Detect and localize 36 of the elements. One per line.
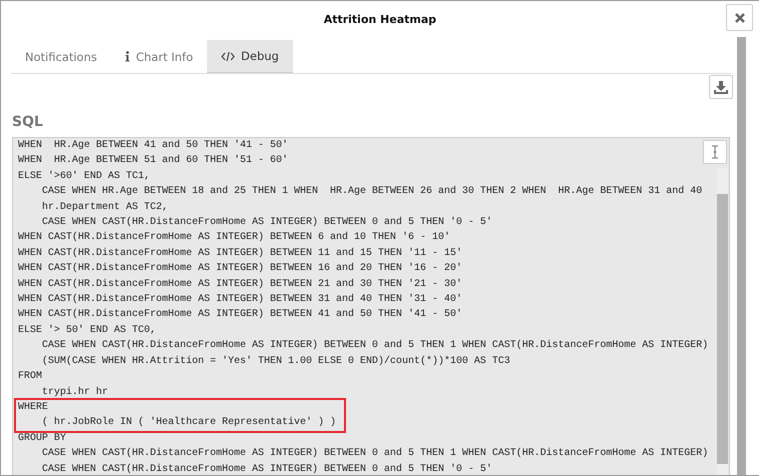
code-line: ELSE '> 50' END AS TC0, [18, 324, 156, 338]
window-title: Attrition Heatmap [322, 12, 438, 28]
text-cursor-button[interactable] [703, 140, 727, 164]
code-line: (SUM(CASE WHEN HR.Attrition = 'Yes' THEN 1.00 ELSE 0 END)/count(*))*100 AS TC3 [41, 354, 510, 369]
info-icon [124, 51, 130, 62]
code-line: ( hr.JobRole IN ( 'Healthcare Representative' ) ) [41, 416, 336, 430]
code-line: WHEN CAST(HR.DistanceFromHome AS INTEGER) BETWEEN 21 and 30 THEN '21 - 30' [18, 278, 462, 292]
close-button[interactable] [726, 4, 753, 31]
code-icon [221, 50, 236, 62]
code-line: trypi.hr hr [41, 386, 108, 400]
code-line: WHEN HR.Age BETWEEN 41 and 50 THEN '41 - 50' [18, 138, 288, 153]
download-button[interactable] [709, 75, 733, 99]
close-icon [734, 12, 746, 24]
code-line: CASE WHEN HR.Age BETWEEN 18 and 25 THEN 1 WHEN HR.Age BETWEEN 26 and 30 THEN 2 WHEN HR.Age BETWEEN 31 and 40 [41, 184, 702, 200]
code-line: WHEN CAST(HR.DistanceFromHome AS INTEGER) BETWEEN 6 and 10 THEN '6 - 10' [18, 230, 450, 246]
code-line: WHEN HR.Age BETWEEN 51 and 60 THEN '51 - 60' [18, 154, 288, 168]
code-line: CASE WHEN CAST(HR.DistanceFromHome AS INTEGER) BETWEEN 0 and 5 THEN '0 - 5' [41, 462, 492, 475]
code-line: WHERE [18, 400, 48, 415]
code-line: CASE WHEN CAST(HR.DistanceFromHome AS INTEGER) BETWEEN 0 and 5 THEN 1 WHEN CAST(HR.DistanceFromHome AS INTEGER) [41, 446, 708, 462]
scrollbar[interactable] [737, 37, 746, 475]
code-line: GROUP BY [18, 432, 66, 446]
code-line: CASE WHEN CAST(HR.DistanceFromHome AS INTEGER) BETWEEN 0 and 5 THEN 1 WHEN CAST(HR.DistanceFromHome AS INTEGER) [41, 338, 708, 354]
text-cursor-icon [711, 145, 719, 159]
code-line: ELSE '>60' END AS TC1, [18, 170, 150, 184]
code-line: WHEN CAST(HR.DistanceFromHome AS INTEGER) BETWEEN 11 and 15 THEN '11 - 15' [18, 246, 462, 261]
download-icon [714, 80, 728, 94]
code-line: WHEN CAST(HR.DistanceFromHome AS INTEGER) BETWEEN 16 and 20 THEN '16 - 20' [18, 262, 462, 276]
tab[interactable]: Chart Info [110, 40, 208, 73]
section-heading: SQL [12, 114, 44, 132]
code-line: FROM [18, 370, 42, 384]
tab[interactable]: Notifications [11, 40, 111, 73]
code-line: CASE WHEN CAST(HR.DistanceFromHome AS INTEGER) BETWEEN 0 and 5 THEN '0 - 5' [41, 216, 492, 230]
tab[interactable]: Debug [207, 40, 293, 73]
code-line: WHEN CAST(HR.DistanceFromHome AS INTEGER) BETWEEN 31 and 40 THEN '31 - 40' [18, 292, 462, 308]
code-line: hr.Department AS TC2, [41, 200, 168, 215]
code-line: WHEN CAST(HR.DistanceFromHome AS INTEGER) BETWEEN 41 and 50 THEN '41 - 50' [18, 308, 462, 322]
